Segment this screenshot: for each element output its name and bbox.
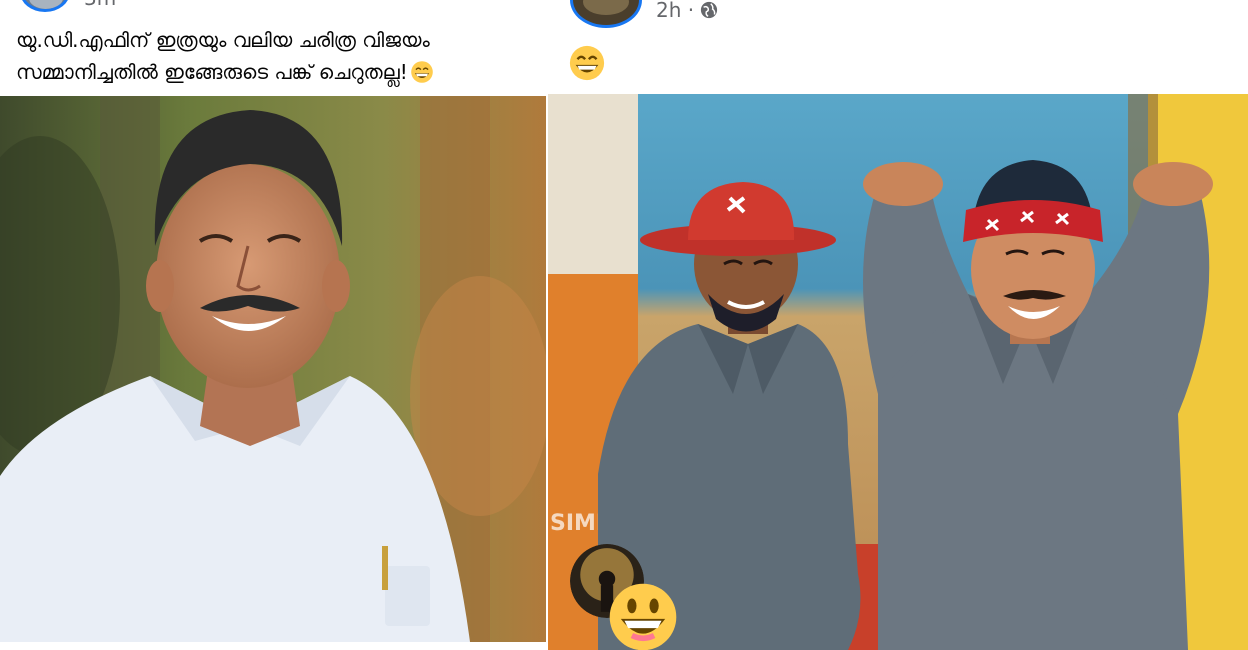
grinning-face-emoji-icon: [569, 45, 605, 81]
grinning-face-big-eyes-emoji-icon: [609, 583, 677, 650]
left-facebook-post: 3m യു.ഡി.എഫിന് ഇത്രയും വലിയ ചരിത്ര വിജയം…: [0, 0, 548, 650]
globe-icon: [701, 1, 718, 19]
left-post-caption-line-2-wrap: സമ്മാനിച്ചതിൽ ഇങ്ങേരുടെ പങ്ക് ചെറുതല്ല!: [16, 56, 536, 88]
right-post-timestamp[interactable]: 2h ·: [656, 0, 694, 22]
movie-still-illustration: SIMNA: [548, 94, 1248, 650]
left-post-caption: യു.ഡി.എഫിന് ഇത്രയും വലിയ ചരിത്ര വിജയം സമ…: [16, 24, 536, 88]
screenshot-collage: 3m യു.ഡി.എഫിന് ഇത്രയും വലിയ ചരിത്ര വിജയം…: [0, 0, 1248, 650]
right-post-meta: 2h ·: [656, 0, 718, 22]
left-post-caption-line-2: സമ്മാനിച്ചതിൽ ഇങ്ങേരുടെ പങ്ക് ചെറുതല്ല!: [16, 60, 408, 84]
left-post-photo[interactable]: [0, 96, 546, 642]
left-post-timestamp[interactable]: 3m: [84, 0, 116, 10]
right-post-author-avatar[interactable]: [570, 0, 642, 28]
portrait-photo-illustration: [0, 96, 546, 642]
reaction-badge[interactable]: [570, 544, 677, 650]
grinning-face-emoji-icon: [410, 61, 433, 83]
right-post-photo[interactable]: SIMNA: [548, 94, 1248, 650]
right-facebook-post: 2h · SIMNA: [548, 0, 1248, 650]
left-post-caption-line-1: യു.ഡി.എഫിന് ഇത്രയും വലിയ ചരിത്ര വിജയം: [16, 28, 430, 52]
left-post-author-avatar[interactable]: [20, 0, 70, 12]
